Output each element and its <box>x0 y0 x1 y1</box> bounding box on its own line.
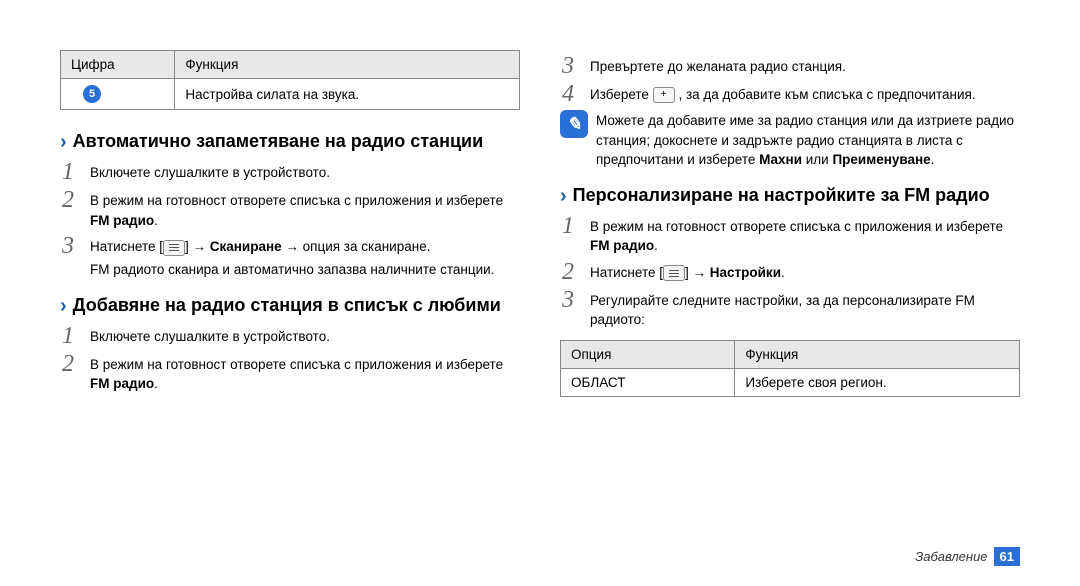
step-2: 2 В режим на готовност отворете списъка … <box>62 188 520 230</box>
step-number-2-icon: 2 <box>562 260 580 284</box>
step-number-1-icon: 1 <box>62 160 80 184</box>
chevron-right-icon: › <box>560 184 567 208</box>
page-number: 61 <box>994 547 1020 566</box>
table-cell-function: Изберете своя регион. <box>735 368 1020 396</box>
menu-icon <box>663 265 685 281</box>
step-2: 2 Натиснете [] → Настройки. <box>562 260 1020 284</box>
step-number-2-icon: 2 <box>62 188 80 212</box>
step-2: 2 В режим на готовност отворете списъка … <box>62 352 520 394</box>
step-number-1-icon: 1 <box>562 214 580 238</box>
step-3: 3 Натиснете [] → Сканиране → опция за ск… <box>62 234 520 258</box>
step-number-3-icon: 3 <box>62 234 80 258</box>
table-cell-option: ОБЛАСТ <box>561 368 735 396</box>
step-3-continuation: FM радиото сканира и автоматично запазва… <box>90 260 520 280</box>
section-heading-auto-save-stations: › Автоматично запаметяване на радио стан… <box>60 130 520 154</box>
chevron-right-icon: › <box>60 294 67 318</box>
number-badge-5-icon: 5 <box>83 85 101 103</box>
step-1: 1 В режим на готовност отворете списъка … <box>562 214 1020 256</box>
step-1: 1 Включете слушалките в устройството. <box>62 160 520 184</box>
step-3: 3 Превъртете до желаната радио станция. <box>562 54 1020 78</box>
section-heading-add-favorite: › Добавяне на радио станция в списък с л… <box>60 294 520 318</box>
note-block: ✎ Можете да добавите име за радио станци… <box>560 110 1020 170</box>
table-header-option: Опция <box>561 340 735 368</box>
plus-icon: + <box>653 87 675 103</box>
menu-icon <box>163 240 185 256</box>
step-number-4-icon: 4 <box>562 82 580 106</box>
step-number-1-icon: 1 <box>62 324 80 348</box>
table-header-function: Функция <box>735 340 1020 368</box>
step-4: 4 Изберете + , за да добавите към списък… <box>562 82 1020 106</box>
step-1: 1 Включете слушалките в устройството. <box>62 324 520 348</box>
step-number-3-icon: 3 <box>562 288 580 312</box>
step-3: 3 Регулирайте следните настройки, за да … <box>562 288 1020 330</box>
chevron-right-icon: › <box>60 130 67 154</box>
step-number-2-icon: 2 <box>62 352 80 376</box>
number-function-table: Цифра Функция 5 Настройва силата на звук… <box>60 50 520 110</box>
step-number-3-icon: 3 <box>562 54 580 78</box>
page-footer: Забавление 61 <box>915 547 1020 566</box>
footer-section-name: Забавление <box>915 549 987 564</box>
table-header-function: Функция <box>175 51 520 79</box>
option-function-table: Опция Функция ОБЛАСТ Изберете своя регио… <box>560 340 1020 397</box>
table-header-number: Цифра <box>61 51 175 79</box>
note-icon: ✎ <box>560 110 588 138</box>
table-cell-function: Настройва силата на звука. <box>175 79 520 110</box>
table-cell-number: 5 <box>61 79 175 110</box>
section-heading-customize-fm: › Персонализиране на настройките за FM р… <box>560 184 1020 208</box>
